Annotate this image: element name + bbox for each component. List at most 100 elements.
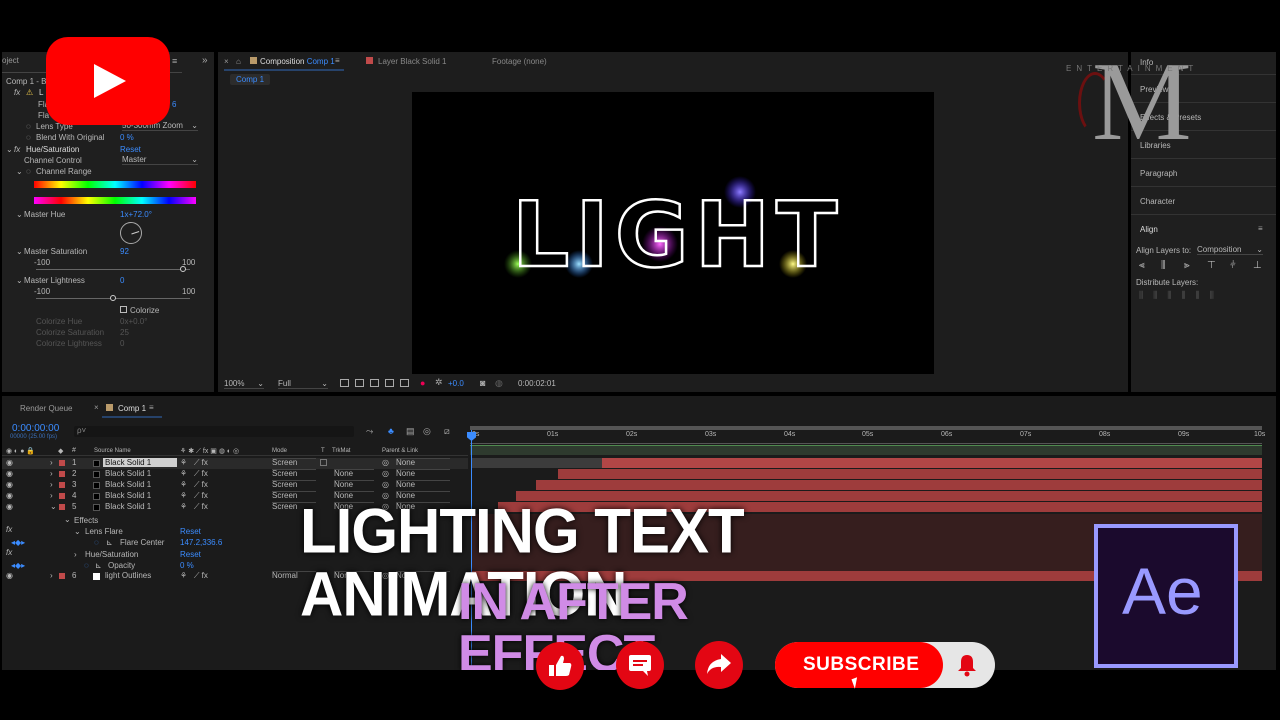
mode-dropdown[interactable]: Screen	[272, 458, 316, 467]
expand-arrow-icon[interactable]: ›	[50, 469, 53, 478]
master-hue-value[interactable]: 1x+72.0°	[120, 210, 152, 219]
exposure-value[interactable]: +0.0	[448, 379, 464, 388]
timeline-comp-tab[interactable]: Comp 1	[118, 404, 146, 413]
mask-visibility-icon[interactable]	[370, 379, 379, 387]
expand-arrow-icon[interactable]: ⌄	[16, 276, 23, 285]
like-button[interactable]	[536, 642, 584, 690]
channel-control-dropdown[interactable]: Master ⌄	[122, 155, 198, 165]
parent-dropdown[interactable]: None	[396, 480, 450, 489]
pickwhip-icon[interactable]: ◎	[382, 469, 389, 478]
stopwatch-icon[interactable]: ◌	[26, 167, 31, 176]
viewer-close-icon[interactable]: ×	[224, 57, 229, 66]
opacity-value[interactable]: 0 %	[180, 561, 194, 570]
keyframe-nav-icons[interactable]: ◂◆▸	[11, 538, 25, 547]
stopwatch-active-icon[interactable]: ◌	[94, 538, 99, 547]
mode-dropdown[interactable]: Screen	[272, 480, 316, 489]
align-hcenter-icon[interactable]: ⫼	[1161, 261, 1171, 271]
time-ruler[interactable]: 0s 01s 02s 03s 04s 05s 06s 07s 08s 09s 1…	[470, 430, 1265, 444]
parent-header[interactable]: Parent & Link	[382, 448, 418, 454]
align-menu-icon[interactable]: ≡	[1258, 224, 1263, 233]
master-sat-value[interactable]: 92	[120, 247, 129, 256]
3d-view-icon[interactable]	[400, 379, 409, 387]
table-row[interactable]: ◉ › 2 Black Solid 1 ⚘ ⟋ fx Screen None ◎…	[2, 469, 468, 480]
layer-switches-icons[interactable]: ⚘ ⟋ fx	[180, 469, 208, 479]
lens-flare-reset[interactable]: Reset	[180, 527, 201, 536]
hue-sat-reset[interactable]: Reset	[120, 145, 141, 154]
colorize-checkbox[interactable]	[120, 306, 127, 313]
expand-arrow-icon[interactable]: ›	[50, 458, 53, 467]
layer-name[interactable]: Black Solid 1	[105, 469, 151, 478]
tab-layer[interactable]: Layer Black Solid 1	[378, 57, 447, 66]
layer-bar-3[interactable]	[536, 480, 1262, 490]
keyframe-nav-icons[interactable]: ◂◆▸	[11, 561, 25, 570]
layer-name[interactable]: Black Solid 1	[105, 480, 151, 489]
expand-arrow-icon[interactable]: ›	[50, 491, 53, 500]
visibility-eye-icon[interactable]: ◉	[6, 480, 13, 489]
expand-arrow-icon[interactable]: ⌄	[6, 145, 13, 154]
trkmat-dropdown[interactable]: None	[334, 469, 374, 478]
motion-blur-icon[interactable]: ◎	[423, 426, 431, 437]
lens-flare-effect-label[interactable]: Lens Flare	[85, 527, 123, 536]
layer-switches-icons[interactable]: ⚘ ⟋ fx	[180, 458, 208, 468]
layer-label-color[interactable]	[59, 573, 65, 579]
tab-menu-icon[interactable]: ≡	[149, 403, 154, 412]
layer-name[interactable]: Black Solid 1	[105, 491, 151, 500]
trkmat-header[interactable]: TrkMat	[332, 448, 350, 454]
layer-switches-icons[interactable]: ⚘ ⟋ fx	[180, 480, 208, 490]
expand-arrow-icon[interactable]: ⌄	[16, 247, 23, 256]
lens-flare-row1-value[interactable]: 6	[172, 100, 176, 109]
table-row[interactable]: ◉ › 1 Black Solid 1 ⚘ ⟋ fx Screen ◎ None	[2, 458, 468, 469]
expand-arrow-icon[interactable]: ⌄	[74, 527, 81, 536]
pickwhip-icon[interactable]: ◎	[382, 480, 389, 489]
tab-menu-icon[interactable]: ≡	[335, 56, 340, 65]
layer-bar-2[interactable]	[558, 469, 1262, 479]
draft-3d-icon[interactable]: ⤳	[366, 426, 373, 437]
trkmat-dropdown[interactable]: None	[334, 480, 374, 489]
channel-range-bar-top[interactable]	[34, 181, 196, 188]
graph-editor-icon[interactable]: ⧄	[444, 426, 450, 437]
layer-bar-1[interactable]	[602, 458, 1262, 468]
hue-sat-header[interactable]: Hue/Saturation	[26, 145, 79, 154]
align-top-icon[interactable]: ⊤	[1207, 261, 1217, 271]
comp-chip[interactable]: Comp 1	[230, 74, 271, 85]
layer-name[interactable]: Black Solid 1	[103, 458, 177, 467]
tab-footage[interactable]: Footage (none)	[492, 57, 547, 66]
tab-close-icon[interactable]: ×	[94, 403, 99, 412]
layer-switches-icons[interactable]: ⚘ ⟋ fx	[180, 571, 208, 581]
lock-icon[interactable]: ⌂	[236, 57, 241, 66]
align-vcenter-icon[interactable]: ⫩	[1230, 261, 1240, 271]
render-queue-tab[interactable]: Render Queue	[20, 404, 72, 413]
pickwhip-icon[interactable]: ◎	[382, 458, 389, 467]
guides-icon[interactable]	[385, 379, 394, 387]
expand-arrow-icon[interactable]: ⌄	[16, 210, 23, 219]
visibility-eye-icon[interactable]: ◉	[6, 491, 13, 500]
layer-label-color[interactable]	[59, 460, 65, 466]
subscribe-button[interactable]: SUBSCRIBE	[775, 642, 995, 688]
timeline-timecode[interactable]: 0:00:00:00	[12, 423, 59, 434]
transparency-grid-icon[interactable]	[355, 379, 364, 387]
expand-arrow-icon[interactable]: ›	[50, 480, 53, 489]
effects-expand-icon[interactable]: ⌄	[64, 515, 71, 524]
table-row[interactable]: ◉ › 3 Black Solid 1 ⚘ ⟋ fx Screen None ◎…	[2, 480, 468, 491]
color-channel-icon[interactable]: ●	[420, 378, 425, 388]
panel-expand-icon[interactable]: »	[202, 55, 208, 66]
layer-switches-icons[interactable]: ⚘ ⟋ fx	[180, 502, 208, 512]
mode-dropdown[interactable]: Screen	[272, 469, 316, 478]
panel-menu-icon[interactable]: ≡	[172, 56, 177, 66]
region-of-interest-icon[interactable]	[340, 379, 349, 387]
layer-search-input[interactable]: ρ˅	[74, 426, 354, 437]
layer-name[interactable]: light Outlines	[105, 571, 151, 580]
frame-blend-icon[interactable]: ▤	[406, 426, 415, 437]
resolution-dropdown[interactable]: Full ⌄	[278, 379, 328, 389]
layer-label-color[interactable]	[59, 493, 65, 499]
channel-range-bar-bottom[interactable]	[34, 197, 196, 204]
align-left-icon[interactable]: ⫷	[1139, 261, 1149, 271]
flare-center-value[interactable]: 147.2,336.6	[180, 538, 222, 547]
master-sat-slider-handle[interactable]	[180, 266, 186, 272]
youtube-logo[interactable]	[46, 37, 170, 125]
character-panel-tab[interactable]: Character	[1140, 197, 1175, 206]
mode-dropdown[interactable]: Screen	[272, 491, 316, 500]
stopwatch-icon[interactable]: ◌	[26, 133, 31, 142]
zoom-dropdown[interactable]: 100% ⌄	[224, 379, 264, 389]
comment-button[interactable]	[616, 641, 664, 689]
